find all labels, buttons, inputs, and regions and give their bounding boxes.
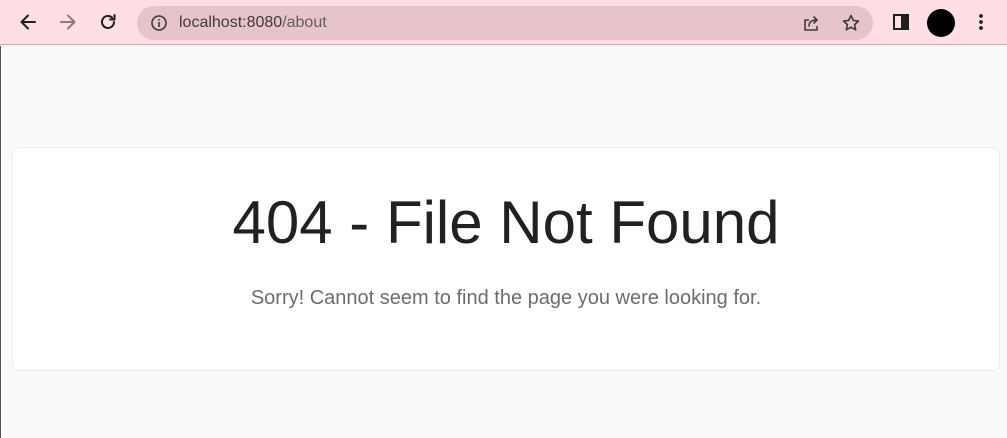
bookmark-button[interactable] [836,6,866,40]
menu-dots-icon [979,14,983,30]
url-text[interactable]: localhost:8080/about [179,6,327,40]
error-message: Sorry! Cannot seem to find the page you … [250,287,762,309]
error-card: 404 - File Not Found Sorry! Cannot seem … [12,147,1000,371]
site-info-button[interactable] [144,6,174,40]
page-viewport: 404 - File Not Found Sorry! Cannot seem … [0,46,1007,438]
browser-menu-button[interactable] [966,7,996,37]
error-title: 404 - File Not Found [232,189,780,256]
forward-arrow-icon [60,14,76,30]
browser-toolbar: localhost:8080/about [0,0,1007,45]
site-info-icon [151,15,167,31]
side-panel-icon [893,14,909,30]
forward-button[interactable] [53,7,83,37]
back-button[interactable] [13,7,43,37]
address-bar[interactable]: localhost:8080/about [137,6,873,40]
bookmark-star-icon [842,14,860,31]
reload-icon [101,14,116,29]
url-host: localhost:8080 [179,14,283,31]
side-panel-button[interactable] [886,7,916,37]
share-icon [804,16,818,31]
profile-avatar[interactable] [927,9,955,37]
reload-button[interactable] [93,7,123,37]
share-button[interactable] [796,6,826,40]
back-arrow-icon [20,14,36,30]
url-path: /about [282,14,327,31]
